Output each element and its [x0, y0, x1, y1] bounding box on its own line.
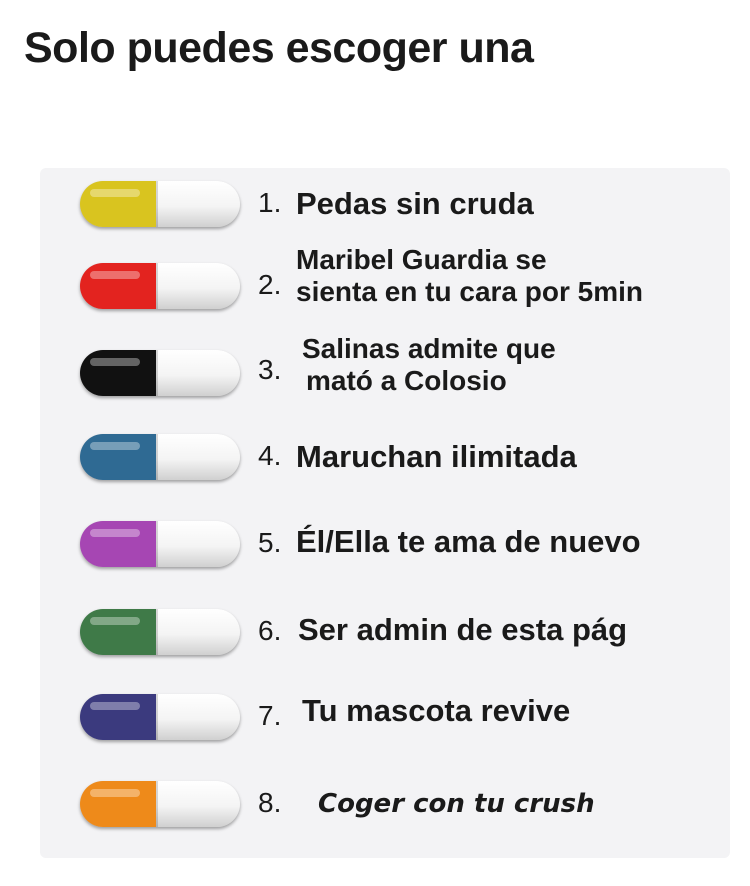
option-5[interactable]: 5. Él/Ella te ama de nuevo: [0, 515, 750, 575]
option-number: 7.: [258, 700, 282, 731]
pill-color-half: [80, 181, 156, 227]
option-number: 5.: [258, 527, 282, 558]
option-6[interactable]: 6. Ser admin de esta pág: [0, 603, 750, 663]
pill-icon: [80, 781, 240, 827]
pill-white-half: [156, 521, 240, 567]
option-label-line-1: Maribel Guardia se: [296, 244, 547, 275]
pill-icon: [80, 694, 240, 740]
pill-color-half: [80, 263, 156, 309]
option-label: Maruchan ilimitada: [296, 439, 577, 474]
option-label: Ser admin de esta pág: [298, 612, 628, 647]
option-number: 6.: [258, 615, 282, 646]
pill-icon: [80, 350, 240, 396]
pill-white-half: [156, 263, 240, 309]
pill-icon: [80, 263, 240, 309]
pill-color-half: [80, 350, 156, 396]
pill-icon: [80, 609, 240, 655]
option-label: Tu mascota revive: [302, 693, 571, 728]
option-label: Pedas sin cruda: [296, 186, 534, 221]
pill-color-half: [80, 781, 156, 827]
pill-white-half: [156, 181, 240, 227]
option-2[interactable]: 2. Maribel Guardia se sienta en tu cara …: [0, 245, 750, 315]
option-number: 4.: [258, 440, 282, 471]
option-label-line-2: sienta en tu cara por 5min: [296, 276, 643, 307]
pill-white-half: [156, 350, 240, 396]
option-4[interactable]: 4. Maruchan ilimitada: [0, 428, 750, 488]
option-1[interactable]: 1. Pedas sin cruda: [0, 175, 750, 235]
pill-color-half: [80, 521, 156, 567]
pill-color-half: [80, 609, 156, 655]
option-label-line-1: Salinas admite que: [302, 333, 556, 364]
page-title: Solo puedes escoger una: [24, 24, 534, 72]
option-3[interactable]: 3. Salinas admite que mató a Colosio: [0, 334, 750, 402]
option-label: Coger con tu crush: [318, 789, 595, 819]
pill-white-half: [156, 609, 240, 655]
option-7[interactable]: 7. Tu mascota revive: [0, 688, 750, 748]
option-number: 1.: [258, 187, 282, 218]
option-number: 2.: [258, 269, 282, 300]
pill-icon: [80, 521, 240, 567]
pill-white-half: [156, 694, 240, 740]
pill-color-half: [80, 694, 156, 740]
pill-color-half: [80, 434, 156, 480]
option-8[interactable]: 8. Coger con tu crush: [0, 775, 750, 835]
option-label: Él/Ella te ama de nuevo: [296, 524, 641, 559]
option-label-line-2: mató a Colosio: [306, 365, 507, 396]
pill-white-half: [156, 434, 240, 480]
option-number: 8.: [258, 787, 282, 818]
option-number: 3.: [258, 354, 282, 385]
pill-white-half: [156, 781, 240, 827]
pill-icon: [80, 181, 240, 227]
pill-icon: [80, 434, 240, 480]
